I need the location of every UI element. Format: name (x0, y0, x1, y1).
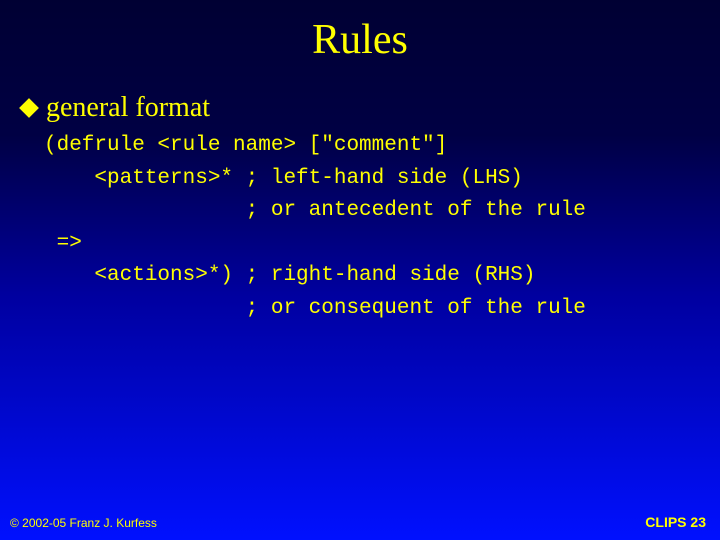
diamond-bullet-icon (19, 98, 39, 118)
slide-title: Rules (0, 0, 720, 64)
footer-section-label: CLIPS (645, 514, 686, 530)
slide: Rules general format (defrule <rule name… (0, 0, 720, 540)
footer-copyright: © 2002-05 Franz J. Kurfess (10, 516, 157, 530)
bullet-item: general format (22, 92, 720, 124)
footer-page-number: 23 (690, 514, 706, 530)
code-block: (defrule <rule name> ["comment"] <patter… (44, 130, 720, 325)
footer-page: CLIPS 23 (645, 514, 706, 530)
bullet-text: general format (46, 92, 210, 124)
